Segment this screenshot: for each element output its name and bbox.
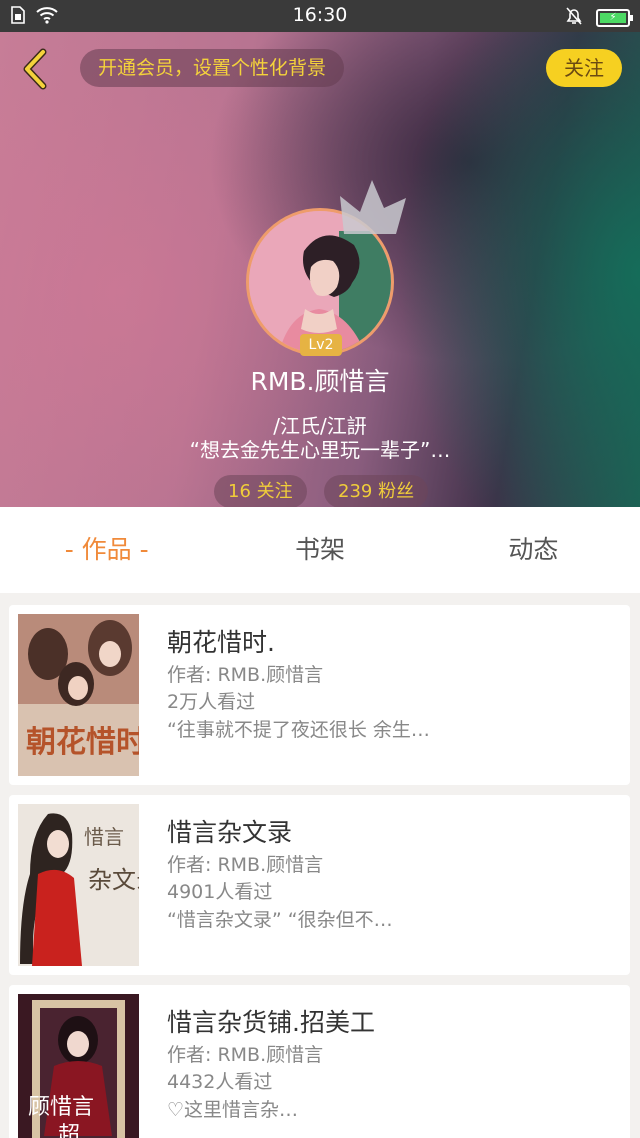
book-views: 4432人看过 — [167, 1071, 273, 1093]
book-author: 作者: RMB.顾惜言 — [167, 664, 324, 686]
svg-text:杂文录: 杂文录 — [88, 866, 139, 894]
book-description: ♡这里惜言杂… — [167, 1099, 299, 1121]
level-badge: Lv2 — [300, 334, 342, 356]
book-description: “往事就不提了夜还很长 余生… — [167, 719, 430, 741]
book-views: 4901人看过 — [167, 881, 273, 903]
tab-works[interactable]: - 作品 - — [0, 507, 213, 593]
profile-header: 开通会员，设置个性化背景 关注 Lv2 RMB.顾惜言 /江氏/江訮 “想去金先… — [0, 32, 640, 507]
book-author: 作者: RMB.顾惜言 — [167, 854, 324, 876]
book-title[interactable]: 朝花惜时. — [167, 623, 275, 659]
following-count-button[interactable]: 16 关注 — [214, 475, 307, 507]
status-time: 16:30 — [292, 4, 348, 26]
battery-level: ⚡ — [600, 13, 626, 23]
battery-charging-icon: ⚡ — [596, 9, 633, 27]
tab-bookshelf[interactable]: 书架 — [213, 507, 426, 593]
status-right-icons: ⚡ — [564, 6, 633, 30]
book-author: 作者: RMB.顾惜言 — [167, 1044, 324, 1066]
book-cover[interactable]: 惜言 杂文录 — [18, 804, 139, 966]
svg-text:惜言: 惜言 — [84, 825, 124, 849]
works-list: 朝花惜时 朝花惜时. 作者: RMB.顾惜言 2万人看过 “往事就不提了夜还很长… — [0, 593, 640, 1138]
crown-icon — [340, 180, 406, 234]
mute-bell-icon — [564, 6, 584, 30]
avatar-container: Lv2 — [246, 180, 406, 356]
book-views: 2万人看过 — [167, 691, 256, 713]
book-title[interactable]: 惜言杂货铺.招美工 — [167, 1003, 375, 1039]
username: RMB.顾惜言 — [250, 367, 390, 396]
tab-activity[interactable]: 动态 — [427, 507, 640, 593]
list-item[interactable]: 朝花惜时 朝花惜时. 作者: RMB.顾惜言 2万人看过 “往事就不提了夜还很长… — [9, 605, 630, 785]
back-button[interactable] — [16, 48, 52, 90]
book-title[interactable]: 惜言杂文录 — [167, 813, 292, 849]
book-description: “惜言杂文录” “很杂但不… — [167, 909, 393, 931]
svg-text:超: 超 — [58, 1123, 80, 1138]
list-item[interactable]: 顾惜言 超 惜言杂货铺.招美工 作者: RMB.顾惜言 4432人看过 ♡这里惜… — [9, 985, 630, 1138]
book-cover[interactable]: 朝花惜时 — [18, 614, 139, 776]
list-item[interactable]: 惜言 杂文录 惜言杂文录 作者: RMB.顾惜言 4901人看过 “惜言杂文录”… — [9, 795, 630, 975]
fans-count-button[interactable]: 239 粉丝 — [324, 475, 429, 507]
chevron-left-icon — [23, 48, 47, 90]
bio-line-2: “想去金先生心里玩一辈子”… — [189, 438, 451, 462]
tab-bar: - 作品 - 书架 动态 — [0, 507, 640, 593]
vip-background-button[interactable]: 开通会员，设置个性化背景 — [80, 49, 345, 87]
status-bar: 16:30 ⚡ — [0, 0, 640, 32]
follow-button[interactable]: 关注 — [546, 49, 622, 87]
book-cover[interactable]: 顾惜言 超 — [18, 994, 139, 1138]
svg-text:朝花惜时: 朝花惜时 — [26, 725, 139, 760]
svg-text:顾惜言: 顾惜言 — [28, 1095, 94, 1120]
